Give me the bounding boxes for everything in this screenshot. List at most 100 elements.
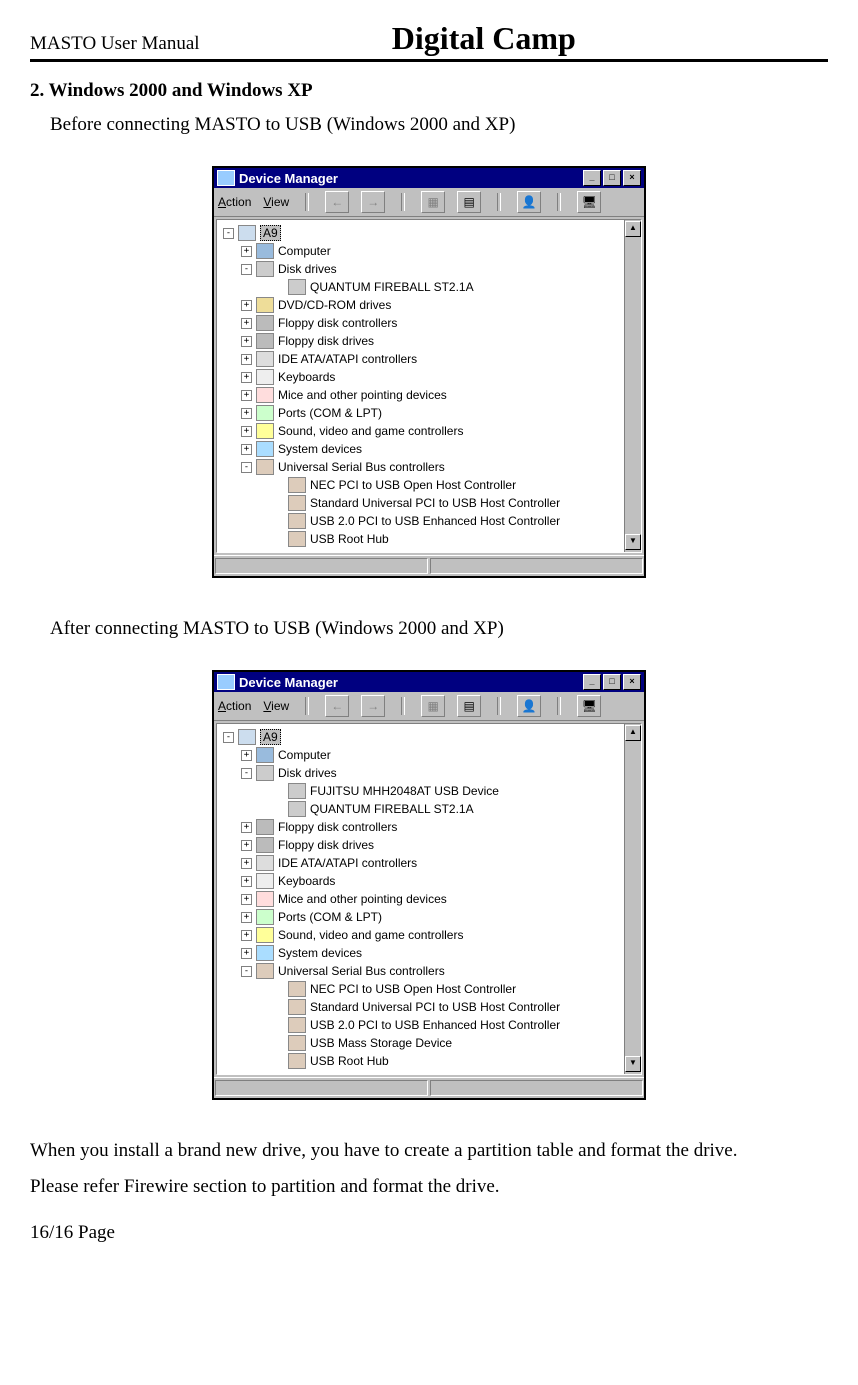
tool-btn-4[interactable]: 🖥 [577,695,601,717]
expand-icon[interactable]: + [241,750,252,761]
expand-icon[interactable]: + [241,444,252,455]
tool-btn-3[interactable]: 👤 [517,695,541,717]
tree-item[interactable]: +Computer [219,746,621,764]
tree-item[interactable]: +Ports (COM & LPT) [219,908,621,926]
minimize-button[interactable]: _ [583,674,601,690]
forward-button[interactable]: → [361,695,385,717]
minimize-button[interactable]: _ [583,170,601,186]
expand-icon[interactable]: + [241,426,252,437]
maximize-button[interactable]: □ [603,170,621,186]
scrollbar[interactable]: ▲ ▼ [624,220,641,552]
footer-text-1: When you install a brand new drive, you … [30,1140,828,1162]
tree-item-label: Computer [278,244,331,258]
device-manager-before: Device Manager _ □ × Action View ← → ▦ ▤… [212,166,646,578]
expand-icon[interactable]: + [241,300,252,311]
expand-icon[interactable]: + [241,372,252,383]
tree-item[interactable]: Standard Universal PCI to USB Host Contr… [219,494,621,512]
tree-item[interactable]: + Mice and other pointing devices [219,890,621,908]
collapse-icon[interactable]: - [241,768,252,779]
menu-view[interactable]: View [263,699,289,713]
tree-item[interactable]: -Universal Serial Bus controllers [219,458,621,476]
tree-view[interactable]: -A9 + Computer -Disk drivesQUANTUM FIREBALL… [216,219,642,553]
expand-icon[interactable]: + [241,390,252,401]
expand-icon[interactable]: + [241,858,252,869]
maximize-button[interactable]: □ [603,674,621,690]
tree-root[interactable]: -A9 [219,728,621,746]
tree-item[interactable]: +Floppy disk drives [219,836,621,854]
tree-item[interactable]: +Mice and other pointing devices [219,386,621,404]
tree-item[interactable]: NEC PCI to USB Open Host Controller [219,980,621,998]
tree-item[interactable]: -Disk drives [219,260,621,278]
back-button[interactable]: ← [325,695,349,717]
tree-item[interactable]: FUJITSU MHH2048AT USB Device [219,782,621,800]
tree-item[interactable]: +Ports (COM & LPT) [219,404,621,422]
scroll-down-icon[interactable]: ▼ [625,1056,641,1072]
tool-btn-1[interactable]: ▦ [421,695,445,717]
expand-icon[interactable]: + [241,318,252,329]
tree-item[interactable]: +Keyboards [219,872,621,890]
tree-item[interactable]: USB Mass Storage Device [219,1034,621,1052]
tree-item[interactable]: +Floppy disk controllers [219,818,621,836]
expand-icon[interactable]: + [241,840,252,851]
tree-item-label: Mice and other pointing devices [278,892,447,906]
collapse-icon[interactable]: - [241,264,252,275]
titlebar[interactable]: Device Manager _ □ × [214,672,644,692]
tree-item[interactable]: +DVD/CD-ROM drives [219,296,621,314]
tool-btn-3[interactable]: 👤 [517,191,541,213]
tree-item[interactable]: +Sound, video and game controllers [219,926,621,944]
forward-button[interactable]: → [361,191,385,213]
collapse-icon[interactable]: - [241,462,252,473]
tree-item[interactable]: + Computer [219,242,621,260]
expand-icon[interactable]: + [241,948,252,959]
tree-item[interactable]: USB 2.0 PCI to USB Enhanced Host Control… [219,1016,621,1034]
tree-item[interactable]: NEC PCI to USB Open Host Controller [219,476,621,494]
tree-item[interactable]: +IDE ATA/ATAPI controllers [219,854,621,872]
expand-icon[interactable]: + [241,354,252,365]
tool-btn-4[interactable]: 🖥 [577,191,601,213]
scroll-up-icon[interactable]: ▲ [625,725,641,741]
expand-icon[interactable]: + [241,912,252,923]
tree-view[interactable]: -A9+Computer-Disk drivesFUJITSU MHH2048A… [216,723,642,1075]
expand-icon[interactable]: + [241,246,252,257]
tree-item[interactable]: +IDE ATA/ATAPI controllers [219,350,621,368]
tree-item[interactable]: -Universal Serial Bus controllers [219,962,621,980]
collapse-icon[interactable]: - [223,732,234,743]
expand-icon[interactable]: + [241,894,252,905]
collapse-icon[interactable]: - [241,966,252,977]
tool-btn-2[interactable]: ▤ [457,695,481,717]
tree-connector-icon [273,1020,284,1031]
expand-icon[interactable]: + [241,336,252,347]
menu-action[interactable]: Action [218,195,251,209]
back-button[interactable]: ← [325,191,349,213]
menu-action[interactable]: Action [218,699,251,713]
close-button[interactable]: × [623,170,641,186]
tool-btn-1[interactable]: ▦ [421,191,445,213]
tree-item[interactable]: USB Root Hub [219,530,621,548]
tree-item[interactable]: +Keyboards [219,368,621,386]
close-button[interactable]: × [623,674,641,690]
tree-item[interactable]: USB 2.0 PCI to USB Enhanced Host Control… [219,512,621,530]
scroll-up-icon[interactable]: ▲ [625,221,641,237]
expand-icon[interactable]: + [241,408,252,419]
expand-icon[interactable]: + [241,876,252,887]
tree-item[interactable]: +Floppy disk controllers [219,314,621,332]
tree-item[interactable]: USB Root Hub [219,1052,621,1070]
titlebar[interactable]: Device Manager _ □ × [214,168,644,188]
tree-item[interactable]: +Floppy disk drives [219,332,621,350]
tree-item[interactable]: +System devices [219,944,621,962]
scrollbar[interactable]: ▲ ▼ [624,724,641,1074]
expand-icon[interactable]: + [241,822,252,833]
disk-icon [288,783,306,799]
collapse-icon[interactable]: - [223,228,234,239]
scroll-down-icon[interactable]: ▼ [625,534,641,550]
tree-item[interactable]: QUANTUM FIREBALL ST2.1A [219,800,621,818]
tool-btn-2[interactable]: ▤ [457,191,481,213]
expand-icon[interactable]: + [241,930,252,941]
tree-item[interactable]: Standard Universal PCI to USB Host Contr… [219,998,621,1016]
tree-item[interactable]: -Disk drives [219,764,621,782]
tree-item[interactable]: +System devices [219,440,621,458]
tree-root[interactable]: -A9 [219,224,621,242]
menu-view[interactable]: View [263,195,289,209]
tree-item[interactable]: +Sound, video and game controllers [219,422,621,440]
tree-item[interactable]: QUANTUM FIREBALL ST2.1A [219,278,621,296]
